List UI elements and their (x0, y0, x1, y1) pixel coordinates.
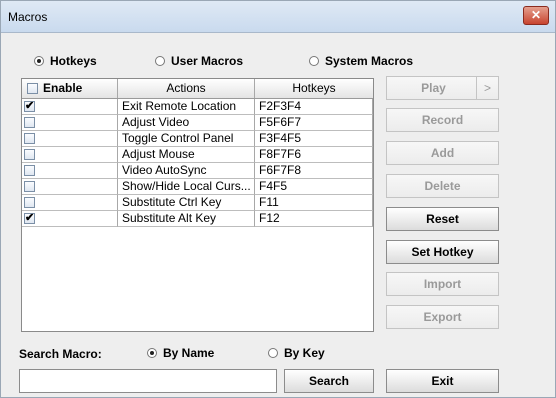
hotkey-cell: F5F6F7 (255, 115, 373, 131)
select-all-checkbox[interactable] (27, 83, 38, 94)
enable-checkbox[interactable] (24, 165, 35, 176)
hotkey-cell: F4F5 (255, 179, 373, 195)
table-row[interactable]: Adjust Mouse F8F7F6 (22, 147, 373, 163)
action-cell: Exit Remote Location (118, 99, 255, 115)
enable-checkbox[interactable] (24, 117, 35, 128)
action-cell: Show/Hide Local Curs... (118, 179, 255, 195)
radio-unselected-icon (268, 348, 278, 358)
action-cell: Adjust Mouse (118, 147, 255, 163)
enable-cell (22, 195, 118, 211)
hotkey-cell: F11 (255, 195, 373, 211)
enable-cell (22, 163, 118, 179)
by-name-radio[interactable]: By Name (147, 346, 214, 360)
window-title: Macros (8, 10, 48, 24)
title-bar: Macros ✕ (1, 1, 555, 33)
enable-cell (22, 131, 118, 147)
hotkey-cell: F12 (255, 211, 373, 227)
import-button[interactable]: Import (386, 272, 499, 296)
action-cell: Video AutoSync (118, 163, 255, 179)
system-macros-label: System Macros (325, 54, 414, 68)
hotkeys-label: Hotkeys (50, 54, 97, 68)
table-row[interactable]: Show/Hide Local Curs... F4F5 (22, 179, 373, 195)
macros-dialog: Macros ✕ Hotkeys User Macros System Macr… (0, 0, 556, 398)
delete-button[interactable]: Delete (386, 174, 499, 198)
enable-cell: ✔ (22, 211, 118, 227)
system-macros-radio[interactable]: System Macros (309, 54, 413, 68)
exit-button[interactable]: Exit (386, 369, 499, 393)
table-row[interactable]: Substitute Ctrl Key F11 (22, 195, 373, 211)
hotkey-cell: F8F7F6 (255, 147, 373, 163)
by-key-radio[interactable]: By Key (268, 346, 325, 360)
enable-checkbox[interactable]: ✔ (24, 213, 35, 224)
enable-checkbox[interactable] (24, 181, 35, 192)
hotkey-cell: F6F7F8 (255, 163, 373, 179)
record-button[interactable]: Record (386, 108, 499, 132)
enable-cell (22, 147, 118, 163)
set-hotkey-button[interactable]: Set Hotkey (386, 240, 499, 264)
actions-column-header[interactable]: Actions (118, 79, 255, 98)
close-icon[interactable]: ✕ (523, 6, 549, 25)
table-row[interactable]: Adjust Video F5F6F7 (22, 115, 373, 131)
enable-column-header[interactable]: Enable (22, 79, 118, 98)
enable-cell: ✔ (22, 99, 118, 115)
enable-cell (22, 115, 118, 131)
hotkey-cell: F2F3F4 (255, 99, 373, 115)
hotkeys-column-header[interactable]: Hotkeys (255, 79, 373, 98)
hotkey-cell: F3F4F5 (255, 131, 373, 147)
table-header: Enable Actions Hotkeys (22, 79, 373, 99)
action-cell: Adjust Video (118, 115, 255, 131)
macro-table: Enable Actions Hotkeys ✔ Exit Remote Loca… (21, 78, 374, 332)
hotkeys-radio[interactable]: Hotkeys (34, 54, 97, 68)
search-macro-label: Search Macro: (19, 347, 102, 361)
radio-selected-icon (34, 56, 44, 66)
enable-checkbox[interactable] (24, 133, 35, 144)
export-button[interactable]: Export (386, 305, 499, 329)
play-button[interactable]: Play (386, 76, 481, 100)
enable-checkbox[interactable]: ✔ (24, 101, 35, 112)
table-row[interactable]: ✔ Exit Remote Location F2F3F4 (22, 99, 373, 115)
radio-unselected-icon (155, 56, 165, 66)
enable-checkbox[interactable] (24, 197, 35, 208)
action-cell: Substitute Alt Key (118, 211, 255, 227)
user-macros-label: User Macros (171, 54, 244, 68)
play-options-button[interactable]: > (476, 76, 499, 100)
reset-button[interactable]: Reset (386, 207, 499, 231)
by-name-label: By Name (163, 346, 215, 360)
search-input[interactable] (19, 369, 277, 393)
radio-unselected-icon (309, 56, 319, 66)
radio-selected-icon (147, 348, 157, 358)
table-row[interactable]: ✔ Substitute Alt Key F12 (22, 211, 373, 227)
action-cell: Substitute Ctrl Key (118, 195, 255, 211)
by-key-label: By Key (284, 346, 325, 360)
enable-checkbox[interactable] (24, 149, 35, 160)
enable-cell (22, 179, 118, 195)
add-button[interactable]: Add (386, 141, 499, 165)
action-cell: Toggle Control Panel (118, 131, 255, 147)
user-macros-radio[interactable]: User Macros (155, 54, 243, 68)
table-row[interactable]: Video AutoSync F6F7F8 (22, 163, 373, 179)
table-row[interactable]: Toggle Control Panel F3F4F5 (22, 131, 373, 147)
search-button[interactable]: Search (284, 369, 374, 393)
enable-header-label: Enable (43, 81, 83, 95)
